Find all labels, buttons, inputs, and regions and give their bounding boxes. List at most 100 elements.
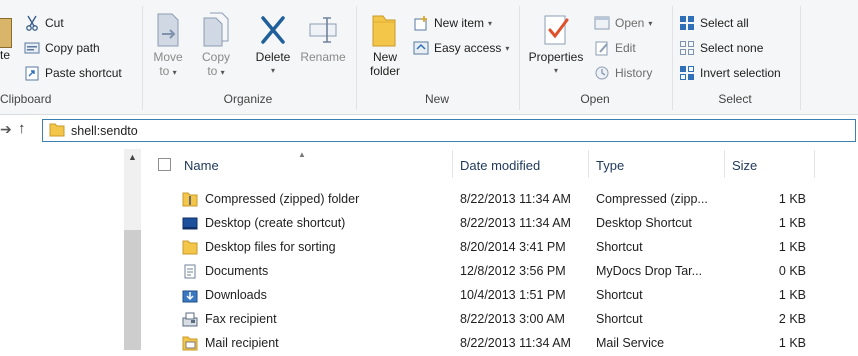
column-divider[interactable] — [814, 150, 815, 178]
file-date: 8/22/2013 11:34 AM — [460, 216, 571, 230]
move-to-icon — [152, 10, 184, 50]
properties-button[interactable]: Properties ▾ — [525, 10, 587, 78]
open-button[interactable]: Open ▾ — [594, 13, 652, 33]
documents-icon — [182, 264, 198, 279]
file-name: Compressed (zipped) folder — [205, 192, 360, 206]
address-bar[interactable]: shell:sendto — [42, 119, 856, 142]
file-type: Mail Service — [596, 336, 665, 350]
select-all-button[interactable]: Select all — [679, 13, 749, 33]
file-row[interactable]: Mail recipient 8/22/2013 11:34 AM Mail S… — [150, 332, 858, 356]
back-arrow-icon[interactable]: ➔ — [0, 121, 12, 138]
chevron-down-icon: ▾ — [553, 66, 558, 75]
copy-to-label-1: Copy — [201, 50, 230, 64]
file-date: 10/4/2013 1:51 PM — [460, 288, 566, 302]
rename-button[interactable]: Rename — [298, 10, 348, 64]
column-divider[interactable] — [588, 150, 589, 178]
select-all-icon — [679, 15, 695, 31]
file-type: Shortcut — [596, 240, 643, 254]
file-name: Fax recipient — [205, 312, 277, 326]
downloads-icon — [182, 288, 198, 303]
invert-selection-label: Invert selection — [700, 66, 781, 80]
easy-access-label: Easy access — [434, 41, 502, 55]
file-size: 2 KB — [778, 312, 806, 326]
column-divider[interactable] — [724, 150, 725, 178]
file-date: 12/8/2012 3:56 PM — [460, 264, 566, 278]
column-divider[interactable] — [452, 150, 453, 178]
cut-label: Cut — [45, 16, 64, 30]
new-folder-label-2: folder — [369, 64, 401, 78]
move-to-button[interactable]: Move to ▾ — [148, 10, 188, 80]
file-row[interactable]: Desktop files for sorting 8/20/2014 3:41… — [150, 236, 858, 260]
new-folder-button[interactable]: New folder — [362, 10, 408, 78]
file-row[interactable]: Desktop (create shortcut) 8/22/2013 11:3… — [150, 212, 858, 236]
properties-label: Properties — [528, 50, 584, 64]
organize-group-label: Organize — [223, 92, 273, 106]
select-all-checkbox[interactable] — [158, 158, 171, 171]
file-date: 8/22/2013 11:34 AM — [460, 192, 571, 206]
new-item-label: New item — [434, 16, 485, 30]
copy-path-icon — [24, 40, 40, 56]
file-date: 8/22/2013 11:34 AM — [460, 336, 571, 350]
move-to-label-2: to — [159, 64, 170, 78]
column-header-size[interactable]: Size — [732, 158, 757, 173]
new-folder-label-1: New — [372, 50, 397, 64]
file-row[interactable]: Downloads 10/4/2013 1:51 PM Shortcut 1 K… — [150, 284, 858, 308]
folder-icon — [49, 123, 65, 137]
invert-selection-button[interactable]: Invert selection — [679, 63, 781, 83]
select-none-button[interactable]: Select none — [679, 38, 763, 58]
easy-access-button[interactable]: Easy access ▾ — [413, 38, 509, 58]
properties-icon — [540, 10, 572, 50]
cut-button[interactable]: Cut — [24, 13, 64, 33]
rename-icon — [307, 10, 339, 50]
new-item-button[interactable]: New item ▾ — [413, 13, 492, 33]
ribbon-separator — [142, 6, 143, 110]
copy-path-label: Copy path — [45, 41, 100, 55]
file-row[interactable]: Compressed (zipped) folder 8/22/2013 11:… — [150, 188, 858, 212]
column-header-type[interactable]: Type — [596, 158, 624, 173]
paste-shortcut-button[interactable]: Paste shortcut — [24, 63, 122, 83]
new-item-icon — [413, 15, 429, 31]
ribbon-separator — [800, 6, 801, 110]
ribbon-separator — [672, 6, 673, 110]
delete-button[interactable]: Delete ▾ — [250, 10, 296, 78]
column-header-name[interactable]: Name — [184, 158, 219, 173]
nav-pane-scroll-thumb[interactable] — [124, 230, 141, 350]
edit-button[interactable]: Edit — [594, 38, 636, 58]
copy-path-button[interactable]: Copy path — [24, 38, 100, 58]
copy-to-icon — [200, 10, 232, 50]
delete-label: Delete — [255, 50, 291, 64]
paste-button[interactable]: te — [0, 18, 14, 62]
file-name: Mail recipient — [205, 336, 279, 350]
fax-icon — [182, 312, 198, 327]
chevron-down-icon: ▾ — [220, 68, 225, 77]
select-group-label: Select — [718, 92, 752, 106]
scroll-up-icon[interactable]: ▲ — [128, 152, 137, 162]
copy-to-button[interactable]: Copy to ▾ — [196, 10, 236, 80]
file-type: Shortcut — [596, 288, 643, 302]
chevron-down-icon: ▾ — [505, 43, 510, 53]
clipboard-group-label: Clipboard — [0, 92, 52, 106]
file-row[interactable]: Fax recipient 8/22/2013 3:00 AM Shortcut… — [150, 308, 858, 332]
column-header-date-modified[interactable]: Date modified — [460, 158, 540, 173]
file-row[interactable]: Documents 12/8/2012 3:56 PM MyDocs Drop … — [150, 260, 858, 284]
scissors-icon — [24, 15, 40, 31]
easy-access-icon — [413, 40, 429, 56]
file-size: 1 KB — [778, 192, 806, 206]
history-button[interactable]: History — [594, 63, 652, 83]
ribbon: te Cut Copy path Paste shortcut Clipboar… — [0, 0, 858, 115]
chevron-down-icon: ▾ — [270, 66, 275, 75]
chevron-down-icon: ▾ — [172, 68, 177, 77]
select-none-label: Select none — [700, 41, 764, 55]
edit-icon — [594, 40, 610, 56]
file-size: 1 KB — [778, 216, 806, 230]
invert-selection-icon — [679, 65, 695, 81]
new-folder-icon — [369, 10, 401, 50]
up-arrow-icon[interactable]: ↑ — [18, 120, 26, 137]
file-date: 8/22/2013 3:00 AM — [460, 312, 565, 326]
edit-label: Edit — [615, 41, 636, 55]
file-type: Shortcut — [596, 312, 643, 326]
select-all-label: Select all — [700, 16, 749, 30]
file-name: Desktop files for sorting — [205, 240, 336, 254]
file-date: 8/20/2014 3:41 PM — [460, 240, 566, 254]
ribbon-separator — [356, 6, 357, 110]
